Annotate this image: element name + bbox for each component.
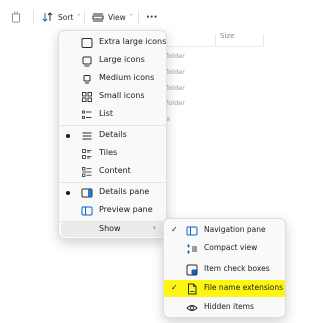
details-pane-icon bbox=[81, 188, 93, 198]
file-type-cell[interactable]: folder bbox=[166, 84, 185, 92]
extra-large-icons-icon bbox=[81, 38, 93, 48]
small-icons-icon bbox=[82, 92, 92, 102]
command-bar: Sort ˅ View ˅ ··· bbox=[0, 0, 300, 34]
toolbar-separator bbox=[84, 10, 85, 24]
chevron-down-icon: ˅ bbox=[77, 13, 81, 21]
menu-item-preview-pane[interactable]: Preview pane bbox=[59, 202, 166, 220]
list-icon bbox=[82, 110, 92, 119]
view-menu: Extra large icons Large icons Medium ico… bbox=[58, 30, 167, 239]
menu-item-label: Large icons bbox=[99, 55, 145, 64]
menu-item-label: Medium icons bbox=[99, 73, 155, 82]
menu-item-label: List bbox=[99, 109, 113, 118]
menu-item-content[interactable]: Content bbox=[59, 163, 166, 181]
view-label: View bbox=[108, 12, 126, 22]
medium-icons-icon bbox=[83, 75, 91, 84]
show-submenu: ✓ Navigation pane Compact view Item chec… bbox=[163, 218, 286, 318]
submenu-item-label: File name extensions bbox=[204, 283, 284, 292]
menu-item-extra-large-icons[interactable]: Extra large icons bbox=[59, 34, 166, 52]
column-header-size[interactable]: Size bbox=[220, 32, 234, 40]
file-name-extensions-icon bbox=[188, 283, 197, 295]
content-icon bbox=[82, 167, 92, 177]
chevron-right-icon: › bbox=[152, 223, 156, 232]
trash-icon bbox=[11, 11, 21, 23]
sort-icon bbox=[42, 12, 53, 22]
submenu-item-label: Navigation pane bbox=[204, 225, 266, 234]
more-button[interactable]: ··· bbox=[146, 7, 157, 27]
submenu-item-file-name-extensions[interactable]: ✓ File name extensions bbox=[164, 280, 285, 297]
large-icons-icon bbox=[82, 56, 92, 67]
menu-item-list[interactable]: List bbox=[59, 106, 166, 124]
menu-item-label: Preview pane bbox=[99, 205, 153, 214]
view-icon bbox=[92, 13, 104, 22]
details-icon bbox=[82, 132, 92, 140]
sort-button[interactable]: Sort ˅ bbox=[42, 7, 80, 27]
column-divider bbox=[215, 34, 216, 46]
toolbar-separator bbox=[33, 10, 34, 24]
menu-item-small-icons[interactable]: Small icons bbox=[59, 88, 166, 106]
file-type-cell[interactable]: folder bbox=[166, 52, 185, 60]
menu-item-details-pane[interactable]: Details pane bbox=[59, 184, 166, 202]
checkmark-icon: ✓ bbox=[171, 283, 178, 292]
menu-item-label: Show bbox=[99, 224, 121, 233]
submenu-item-label: Compact view bbox=[204, 243, 258, 252]
file-type-cell[interactable]: folder bbox=[166, 99, 185, 107]
submenu-item-label: Item check boxes bbox=[204, 264, 270, 273]
menu-item-label: Tiles bbox=[99, 148, 118, 157]
sort-label: Sort bbox=[58, 12, 74, 22]
preview-pane-icon bbox=[81, 206, 93, 216]
chevron-down-icon: ˅ bbox=[129, 13, 133, 21]
menu-item-label: Details bbox=[99, 130, 127, 139]
view-button[interactable]: View ˅ bbox=[92, 7, 133, 27]
checkmark-icon: ✓ bbox=[171, 225, 178, 234]
submenu-item-label: Hidden items bbox=[204, 302, 254, 311]
selected-dot-icon bbox=[66, 191, 70, 195]
navigation-pane-icon bbox=[186, 226, 198, 236]
submenu-item-compact-view[interactable]: Compact view bbox=[164, 240, 285, 257]
toolbar-separator bbox=[138, 10, 139, 24]
menu-item-show[interactable]: Show › bbox=[61, 222, 164, 237]
more-icon: ··· bbox=[146, 11, 158, 23]
menu-item-label: Extra large icons bbox=[99, 37, 167, 46]
delete-button[interactable] bbox=[10, 7, 22, 27]
submenu-item-item-check-boxes[interactable]: Item check boxes bbox=[164, 261, 285, 278]
menu-item-tiles[interactable]: Tiles bbox=[59, 145, 166, 163]
menu-item-label: Small icons bbox=[99, 91, 145, 100]
column-divider bbox=[263, 34, 264, 46]
compact-view-icon bbox=[186, 244, 197, 254]
menu-divider bbox=[59, 125, 166, 126]
submenu-item-navigation-pane[interactable]: ✓ Navigation pane bbox=[164, 222, 285, 239]
menu-item-large-icons[interactable]: Large icons bbox=[59, 52, 166, 70]
menu-item-details[interactable]: Details bbox=[59, 127, 166, 145]
tiles-icon bbox=[82, 149, 92, 159]
menu-divider bbox=[59, 182, 166, 183]
item-check-boxes-icon bbox=[186, 264, 198, 276]
menu-item-label: Content bbox=[99, 166, 131, 175]
submenu-item-hidden-items[interactable]: Hidden items bbox=[164, 299, 285, 316]
menu-item-label: Details pane bbox=[99, 187, 150, 196]
selected-dot-icon bbox=[66, 134, 70, 138]
menu-item-medium-icons[interactable]: Medium icons bbox=[59, 70, 166, 88]
file-type-cell[interactable]: folder bbox=[166, 68, 185, 76]
hidden-items-icon bbox=[186, 305, 198, 311]
header-divider bbox=[150, 46, 265, 47]
